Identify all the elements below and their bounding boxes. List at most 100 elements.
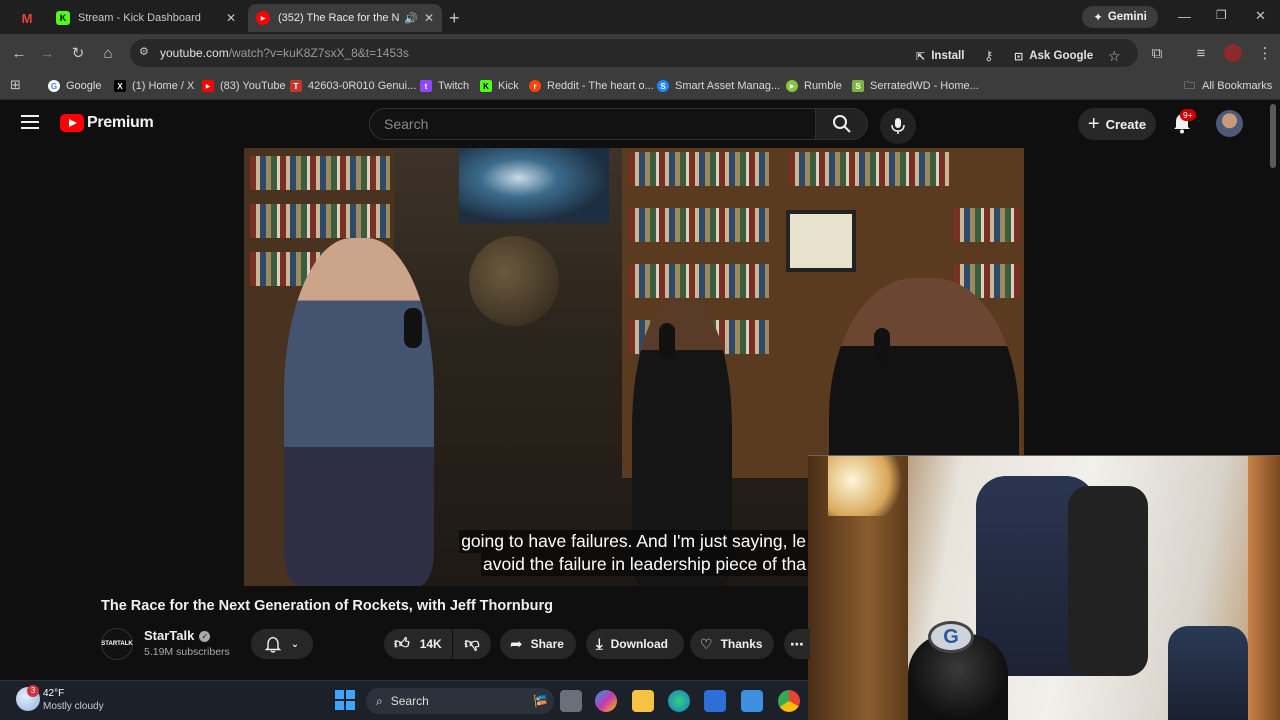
- bookmark-toyota-part[interactable]: T 42603-0R010 Genui...: [290, 78, 416, 94]
- bookmark-rumble[interactable]: ▶ Rumble: [786, 78, 842, 94]
- bookmark-label: Google: [66, 80, 102, 92]
- youtube-icon: ▶: [256, 11, 270, 25]
- task-view-icon[interactable]: [560, 690, 582, 712]
- windows-start-icon[interactable]: [335, 690, 355, 710]
- rumble-icon: ▶: [786, 80, 798, 92]
- microphone: [404, 308, 422, 348]
- bookmark-reddit[interactable]: r Reddit - The heart o...: [529, 78, 654, 94]
- notifications-button[interactable]: 9+: [1172, 109, 1196, 134]
- file-explorer-icon[interactable]: [632, 690, 654, 712]
- address-bar[interactable]: ⚙ youtube.com/watch?v=kuK8Z7sxX_8&t=1453…: [130, 39, 1138, 67]
- new-tab-icon[interactable]: +: [449, 8, 460, 29]
- microsoft-store-icon[interactable]: [704, 690, 726, 712]
- hamburger-menu-icon[interactable]: [21, 114, 39, 130]
- close-tab-icon[interactable]: ✕: [424, 11, 434, 25]
- dislike-button[interactable]: 👎︎: [453, 629, 491, 659]
- books: [629, 152, 769, 186]
- bookmark-smart-asset[interactable]: S Smart Asset Manag...: [657, 78, 780, 94]
- tab-gmail[interactable]: M: [12, 4, 42, 32]
- sidepanel-icon[interactable]: ⧉: [1146, 42, 1168, 64]
- profile-avatar[interactable]: [1224, 44, 1242, 62]
- more-actions-button[interactable]: ⋯: [784, 629, 810, 659]
- bookmark-kick[interactable]: K Kick: [480, 78, 519, 94]
- tab-youtube-video[interactable]: ▶ (352) The Race for the Next 🔊 ✕: [248, 4, 442, 32]
- microphone: [874, 328, 890, 364]
- bookmark-label: (1) Home / X: [132, 80, 195, 92]
- search-box[interactable]: [369, 108, 816, 140]
- search-button[interactable]: [816, 108, 868, 140]
- twitch-icon: t: [420, 80, 432, 92]
- search-icon: [832, 115, 851, 133]
- youtube-premium-logo[interactable]: Premium: [60, 114, 154, 132]
- home-icon[interactable]: ⌂: [97, 42, 119, 64]
- kick-icon: K: [56, 11, 70, 25]
- thanks-button[interactable]: ♡ Thanks: [690, 629, 774, 659]
- bookmark-label: (83) YouTube: [220, 80, 286, 92]
- search-input[interactable]: [384, 116, 804, 132]
- bookmarks-bar: ⊞ G Google X (1) Home / X ▶ (83) YouTube T4…: [0, 72, 1280, 100]
- thumbs-up-icon: 👍︎: [394, 635, 410, 652]
- taskbar-search-box[interactable]: ⌕ Search 🎏: [366, 688, 554, 714]
- gemini-label: Gemini: [1107, 11, 1147, 23]
- restore-icon[interactable]: ❐: [1216, 8, 1227, 22]
- ask-google-button[interactable]: ⊡ Ask Google: [1014, 45, 1093, 67]
- tab-kick-dashboard[interactable]: K Stream - Kick Dashboard ✕: [48, 4, 244, 32]
- site-info-icon[interactable]: ⚙: [139, 45, 149, 58]
- share-button[interactable]: ➦ Share: [500, 629, 576, 659]
- premium-label: Premium: [87, 114, 154, 131]
- create-label: Create: [1105, 116, 1147, 132]
- channel-avatar[interactable]: STARTALK: [101, 628, 133, 660]
- bookmark-serratedwd[interactable]: S SerratedWD - Home...: [852, 78, 979, 94]
- tab-title: (352) The Race for the Next: [278, 12, 400, 24]
- bookmark-x[interactable]: X (1) Home / X: [114, 78, 194, 94]
- light-glare: [828, 456, 908, 516]
- download-icon: ⤓: [596, 635, 603, 653]
- bookmark-label: Twitch: [438, 80, 470, 92]
- chrome-icon[interactable]: [778, 690, 800, 712]
- channel-avatar-text: STARTALK: [101, 641, 133, 647]
- apps-grid-icon[interactable]: ⊞: [10, 77, 21, 93]
- g-logo: G: [928, 621, 974, 653]
- video-title: The Race for the Next Generation of Rock…: [101, 598, 553, 614]
- bookmark-google[interactable]: G Google: [48, 78, 101, 94]
- reload-icon[interactable]: ↻: [67, 42, 89, 64]
- mail-icon[interactable]: [741, 690, 763, 712]
- like-button[interactable]: 👍︎ 14K: [384, 629, 452, 659]
- menu-kebab-icon[interactable]: ⋮: [1254, 42, 1276, 64]
- bookmark-label: Smart Asset Manag...: [675, 80, 781, 92]
- back-icon[interactable]: ←: [8, 42, 30, 64]
- bookmark-youtube[interactable]: ▶ (83) YouTube: [202, 78, 286, 94]
- caption-line-2: avoid the failure in leadership piece of…: [481, 553, 808, 576]
- bookmark-twitch[interactable]: t Twitch: [420, 78, 469, 94]
- search-icon: ⌕: [376, 693, 383, 708]
- share-icon: ➦: [510, 636, 523, 653]
- password-key-icon[interactable]: ⚷: [984, 45, 994, 67]
- media-controls-icon[interactable]: ≡: [1190, 42, 1212, 64]
- youtube-header: Premium + Create 9+: [0, 100, 1280, 148]
- channel-name[interactable]: StarTalk ✓: [144, 628, 211, 643]
- speaker-icon[interactable]: 🔊: [404, 12, 418, 25]
- close-window-icon[interactable]: ✕: [1255, 8, 1266, 24]
- bookmark-star-icon[interactable]: ☆: [1108, 45, 1121, 67]
- forward-icon[interactable]: →: [36, 42, 58, 64]
- minimize-icon[interactable]: —: [1178, 9, 1191, 24]
- close-tab-icon[interactable]: ✕: [226, 11, 236, 25]
- windows-taskbar: 3 42°F Mostly cloudy ⌕ Search 🎏: [0, 680, 808, 720]
- page-scrollbar[interactable]: [1270, 104, 1276, 168]
- all-bookmarks-button[interactable]: 🗀 All Bookmarks: [1184, 78, 1272, 94]
- door-frame: [1248, 456, 1280, 720]
- edge-icon[interactable]: [668, 690, 690, 712]
- subscribed-notification-button[interactable]: ⌄: [251, 629, 313, 659]
- gemini-button[interactable]: ✦ Gemini: [1082, 6, 1158, 28]
- download-label: Download: [610, 637, 668, 651]
- copilot-icon[interactable]: [595, 690, 617, 712]
- google-icon: G: [48, 80, 60, 92]
- framed-certificate: [786, 210, 856, 272]
- url-text[interactable]: youtube.com/watch?v=kuK8Z7sxX_8&t=1453s: [160, 46, 409, 60]
- account-avatar[interactable]: [1216, 110, 1243, 137]
- notification-badge: 9+: [1180, 109, 1196, 121]
- create-button[interactable]: + Create: [1078, 108, 1156, 140]
- install-button[interactable]: ⇱ Install: [916, 45, 964, 67]
- download-button[interactable]: ⤓ Download: [586, 629, 684, 659]
- voice-search-button[interactable]: [880, 108, 916, 144]
